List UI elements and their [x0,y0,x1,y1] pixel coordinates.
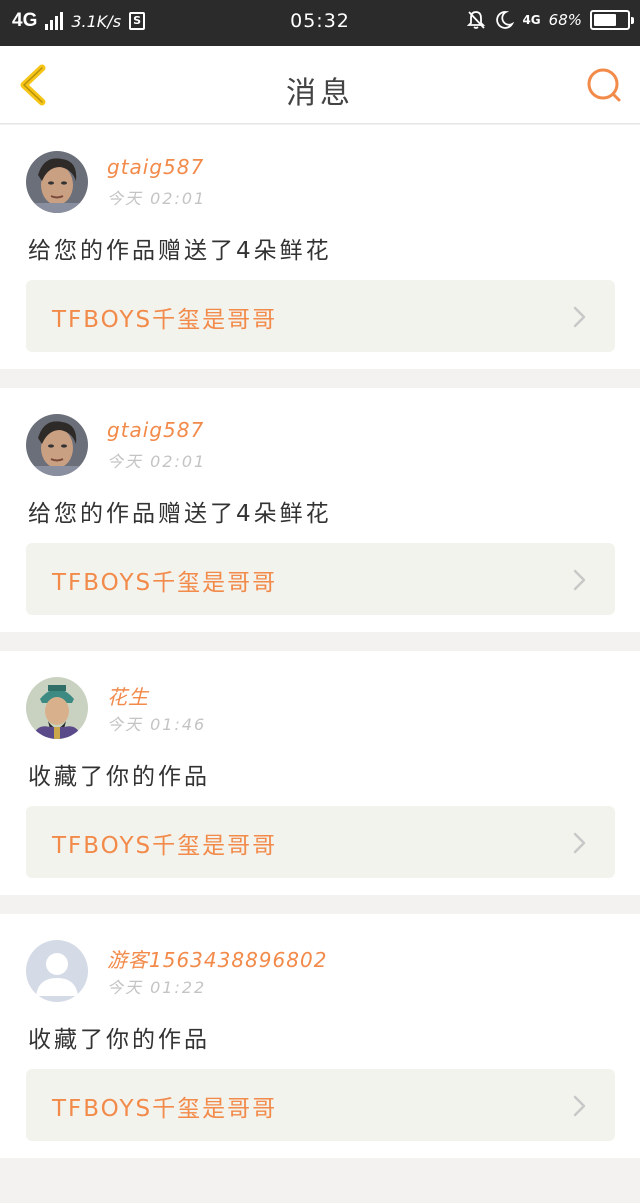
avatar[interactable] [26,414,88,476]
message-card-3: 花生 今天 01:46 收藏了你的作品 TFBOYS千玺是哥哥 [0,651,640,895]
work-link-button[interactable]: TFBOYS千玺是哥哥 [26,806,615,878]
work-link-button[interactable]: TFBOYS千玺是哥哥 [26,543,615,615]
avatar[interactable] [26,940,88,1002]
mute-bell-icon [467,11,486,29]
page-title: 消息 [286,76,354,111]
status-right: 4G 68% [466,10,634,30]
username-link[interactable]: 游客15634388​96802 [107,944,327,973]
message-card-2: gtaig587 今天 02:01 给您的作品赠送了4朵鲜花 TFBOYS千玺是… [0,388,640,632]
chevron-right-icon [573,306,586,328]
work-link-button[interactable]: TFBOYS千玺是哥哥 [26,280,615,352]
message-text: 收藏了你的作品 [28,764,210,790]
avatar[interactable] [26,677,88,739]
username-link[interactable]: 花生 [107,681,149,710]
chevron-right-icon [573,832,586,854]
search-icon[interactable] [584,66,624,106]
message-list: gtaig587 今天 02:01 给您的作品赠送了4朵鲜花 TFBOYS千玺是… [0,125,640,1177]
work-title: TFBOYS千玺是哥哥 [52,307,278,333]
work-title: TFBOYS千玺是哥哥 [52,570,278,596]
username-link[interactable]: gtaig587 [107,155,204,179]
avatar[interactable] [26,151,88,213]
battery-icon [590,10,634,30]
work-link-button[interactable]: TFBOYS千玺是哥哥 [26,1069,615,1141]
timestamp: 今天 01:22 [107,978,207,997]
message-text: 给您的作品赠送了4朵鲜花 [28,501,332,527]
message-card-1: gtaig587 今天 02:01 给您的作品赠送了4朵鲜花 TFBOYS千玺是… [0,125,640,369]
timestamp: 今天 02:01 [107,452,207,471]
work-title: TFBOYS千玺是哥哥 [52,833,278,859]
nav-bar: 消息 [0,46,640,124]
status-bar: 4G 3.1K/s S 05:32 4G 68% [0,0,640,46]
username-link[interactable]: gtaig587 [107,418,204,442]
moon-icon [496,11,515,29]
timestamp: 今天 01:46 [107,715,207,734]
chevron-right-icon [573,1095,586,1117]
message-text: 给您的作品赠送了4朵鲜花 [28,238,332,264]
message-card-4: 游客15634388​96802 今天 01:22 收藏了你的作品 TFBOYS… [0,914,640,1158]
message-text: 收藏了你的作品 [28,1027,210,1053]
chevron-right-icon [573,569,586,591]
battery-percent: 68% [548,11,582,29]
data-label: 4G [522,13,541,27]
work-title: TFBOYS千玺是哥哥 [52,1096,278,1122]
timestamp: 今天 02:01 [107,189,207,208]
